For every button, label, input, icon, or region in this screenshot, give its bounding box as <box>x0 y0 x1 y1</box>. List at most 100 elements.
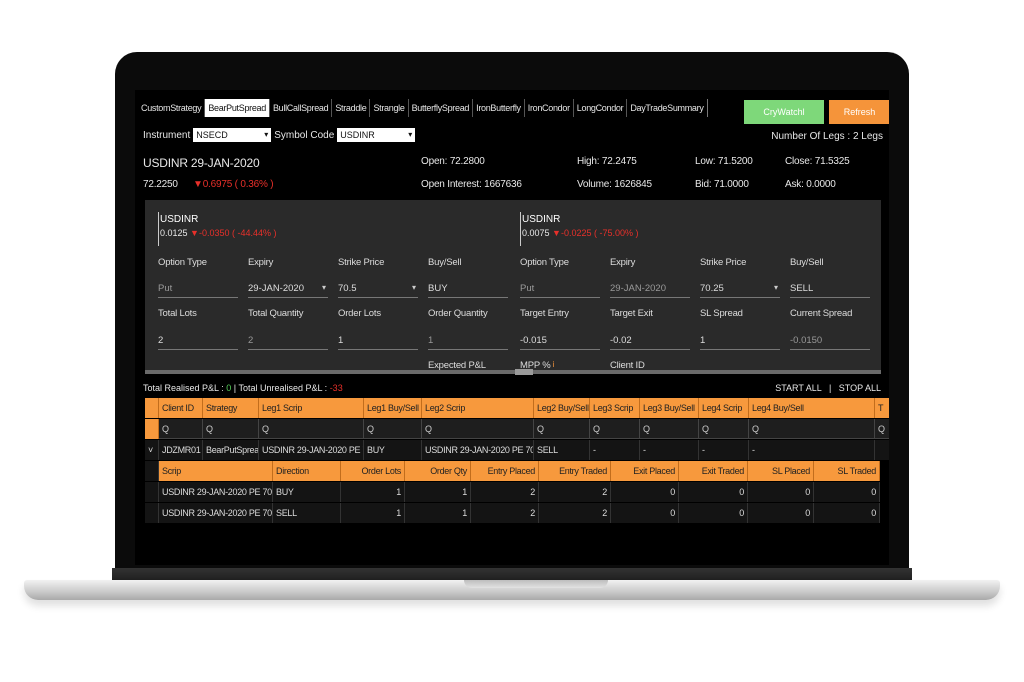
leg2-target-exit[interactable]: -0.02 <box>610 335 690 350</box>
tab-bullcallspread[interactable]: BullCallSpread <box>270 99 333 117</box>
tab-longcondor[interactable]: LongCondor <box>574 99 628 117</box>
column-header[interactable]: Leg3 Buy/Sell <box>640 398 699 418</box>
leg2-symbol: USDINR <box>522 214 561 225</box>
search-icon[interactable]: Q <box>364 419 422 439</box>
leg2-target-entry[interactable]: -0.015 <box>520 335 600 350</box>
sub-table-row: USDINR 29-JAN-2020 PE 70.25 SELL 1 1 2 2 0 0 0 0 <box>145 503 880 523</box>
leg2-expiry-label: Expiry <box>610 257 636 268</box>
sub-column-header[interactable]: SL Placed <box>748 461 814 481</box>
sub-column-header[interactable]: Order Qty <box>405 461 471 481</box>
panel-scrollbar[interactable] <box>145 369 881 375</box>
leg2-expiry[interactable]: 29-JAN-2020 <box>610 283 690 298</box>
leg1-panel: USDINR 0.0125 ▼-0.0350 ( -44.44% ) Optio… <box>145 208 513 372</box>
column-header[interactable]: Strategy <box>203 398 259 418</box>
column-header[interactable]: Leg4 Scrip <box>699 398 749 418</box>
instrument-label: Instrument <box>143 129 191 141</box>
info-icon[interactable]: i <box>551 360 555 369</box>
sub-column-header[interactable]: SL Traded <box>814 461 880 481</box>
column-header[interactable]: Leg2 Scrip <box>422 398 534 418</box>
search-row: QQQQQQQQQQQ <box>145 419 889 439</box>
column-header[interactable]: T <box>875 398 889 418</box>
leg1-option-type-label: Option Type <box>158 257 207 268</box>
table-cell: SELL <box>534 440 590 460</box>
column-header[interactable]: Client ID <box>159 398 203 418</box>
tab-customstrategy[interactable]: CustomStrategy <box>138 99 206 117</box>
column-header[interactable]: Leg2 Buy/Sell <box>534 398 590 418</box>
start-all-button[interactable]: START ALL <box>775 383 821 393</box>
column-header[interactable]: Leg1 Scrip <box>259 398 364 418</box>
tab-ironcondor[interactable]: IronCondor <box>525 99 574 117</box>
sub-table-cell: 2 <box>471 503 539 523</box>
column-header[interactable]: Leg3 Scrip <box>590 398 640 418</box>
leg2-sl[interactable]: 1 <box>700 335 780 350</box>
search-icon[interactable]: Q <box>203 419 259 439</box>
sub-column-header[interactable]: Entry Traded <box>539 461 611 481</box>
tab-strangle[interactable]: Strangle <box>370 99 409 117</box>
leg2-spread: -0.0150 <box>790 335 870 350</box>
sub-column-header[interactable]: Exit Placed <box>611 461 679 481</box>
quote-open: Open: 72.2800 <box>421 156 485 167</box>
start-stop-controls: START ALL | STOP ALL <box>775 383 881 393</box>
scrollbar-thumb[interactable] <box>515 369 533 375</box>
search-icon[interactable]: Q <box>699 419 749 439</box>
leg1-expiry-select[interactable]: 29-JAN-2020 ▾ <box>248 283 328 298</box>
sub-table-cell: SELL <box>273 503 341 523</box>
symbol-code-select[interactable]: USDINR <box>337 128 416 142</box>
search-icon[interactable]: Q <box>159 419 203 439</box>
sub-column-header[interactable]: Order Lots <box>341 461 405 481</box>
sub-table-cell: 0 <box>748 482 814 502</box>
search-icon[interactable]: Q <box>422 419 534 439</box>
instrument-select[interactable]: NSECD <box>193 128 272 142</box>
leg2-strike-select[interactable]: 70.25 ▾ <box>700 283 780 298</box>
table-header: Client ID Strategy Leg1 Scrip Leg1 Buy/Sell… <box>145 398 889 418</box>
quote-title: USDINR 29-JAN-2020 <box>143 156 260 170</box>
tab-butterflyspread[interactable]: ButterflySpread <box>409 99 474 117</box>
leg1-lots[interactable]: 2 <box>158 335 238 350</box>
leg1-expiry: 29-JAN-2020 <box>248 283 304 294</box>
tab-daytradesummary[interactable]: DayTradeSummary <box>627 99 708 117</box>
sub-table-cell: 1 <box>405 482 471 502</box>
search-icon[interactable]: Q <box>259 419 364 439</box>
leg1-order-lots[interactable]: 1 <box>338 335 418 350</box>
search-icon[interactable]: Q <box>640 419 699 439</box>
tab-ironbutterfly[interactable]: IronButterfly <box>473 99 525 117</box>
column-header[interactable]: Leg4 Buy/Sell <box>749 398 875 418</box>
tab-straddle[interactable]: Straddle <box>332 99 371 117</box>
leg1-strike-select[interactable]: 70.5 ▾ <box>338 283 418 298</box>
leg2-side[interactable]: SELL <box>790 283 870 298</box>
stop-all-button[interactable]: STOP ALL <box>839 383 881 393</box>
expand-icon[interactable]: ˅ <box>145 440 159 460</box>
refresh-button[interactable]: Refresh <box>829 100 889 124</box>
sub-table-cell: 1 <box>341 482 405 502</box>
search-icon[interactable]: Q <box>534 419 590 439</box>
quote-high: High: 72.2475 <box>577 156 637 167</box>
tab-bearputspread[interactable]: BearPutSpread <box>205 99 270 117</box>
search-icon[interactable]: Q <box>749 419 875 439</box>
search-icon[interactable]: Q <box>875 419 889 439</box>
leg1-qty: 2 <box>248 335 328 350</box>
column-header[interactable]: Leg1 Buy/Sell <box>364 398 422 418</box>
sub-table-row: USDINR 29-JAN-2020 PE 70.5 BUY 1 1 2 2 0 0 0 0 <box>145 482 880 502</box>
quote-bid: Bid: 71.0000 <box>695 179 749 190</box>
sub-table-cell: 0 <box>611 482 679 502</box>
sub-table-cell: 1 <box>341 503 405 523</box>
leg1-side[interactable]: BUY <box>428 283 508 298</box>
sub-table-cell: 0 <box>679 503 748 523</box>
leg2-target-exit-label: Target Exit <box>610 308 653 319</box>
sub-table-cell: 1 <box>405 503 471 523</box>
sub-table-cell: 0 <box>679 482 748 502</box>
sub-column-header[interactable]: Direction <box>273 461 341 481</box>
leg2-option-type[interactable]: Put <box>520 283 600 298</box>
sub-table-cell: 0 <box>748 503 814 523</box>
sub-column-header[interactable]: Exit Traded <box>679 461 748 481</box>
sub-table-cell: USDINR 29-JAN-2020 PE 70.25 <box>159 503 273 523</box>
search-icon[interactable]: Q <box>590 419 640 439</box>
leg1-option-type[interactable]: Put <box>158 283 238 298</box>
sub-column-header[interactable]: Entry Placed <box>471 461 539 481</box>
table-cell: - <box>590 440 640 460</box>
quote-open-interest: Open Interest: 1667636 <box>421 179 522 190</box>
sub-column-header[interactable]: Scrip <box>159 461 273 481</box>
leg2-option-type-label: Option Type <box>520 257 569 268</box>
sub-row-spacer <box>145 482 159 502</box>
watchlist-button[interactable]: CryWatchl <box>744 100 824 124</box>
